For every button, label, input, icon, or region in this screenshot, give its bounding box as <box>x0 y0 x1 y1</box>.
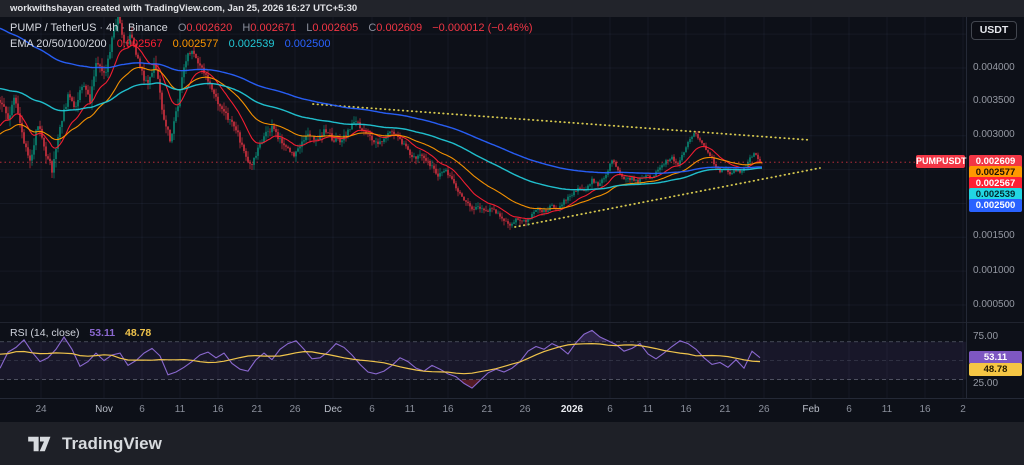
exchange-label: Binance <box>128 22 168 34</box>
price-tick-label: 0.001500 <box>973 230 1015 241</box>
time-tick-label: 11 <box>405 404 415 415</box>
pane-divider[interactable] <box>0 322 1024 323</box>
rsi-ma-value: 48.78 <box>125 327 151 339</box>
ohlc-open: O0.002620 <box>178 22 232 34</box>
price-tick-label: 0.003000 <box>973 129 1015 140</box>
symbol-legend-row[interactable]: PUMP / TetherUS·4h·Binance O0.002620 H0.… <box>10 20 533 36</box>
ema-legend-row[interactable]: EMA 20/50/100/200 0.002567 0.002577 0.00… <box>10 36 533 52</box>
time-tick-label: 24 <box>35 404 46 415</box>
grid-lines <box>0 17 966 398</box>
tradingview-chart-window: workwithshayan created with TradingView.… <box>0 0 1024 465</box>
rsi-value: 53.11 <box>89 327 115 339</box>
price-badge: 0.002500 <box>969 199 1022 212</box>
time-tick-label: 2 <box>960 404 966 415</box>
ohlc-close: C0.002609 <box>368 22 422 34</box>
interval-label[interactable]: 4h <box>106 22 118 34</box>
time-tick-label: Dec <box>324 404 342 415</box>
time-tick-label: 6 <box>139 404 145 415</box>
rsi-indicator-title[interactable]: RSI (14, close) <box>10 327 79 339</box>
symbol-price-label: PUMPUSDT <box>916 155 965 168</box>
time-tick-label: 21 <box>251 404 262 415</box>
time-tick-label: 26 <box>758 404 769 415</box>
symbol-legend: PUMP / TetherUS·4h·Binance O0.002620 H0.… <box>10 20 533 52</box>
time-tick-label: 11 <box>643 404 653 415</box>
ema100-value: 0.002539 <box>229 38 275 50</box>
time-tick-label: 16 <box>680 404 691 415</box>
time-tick-label: 26 <box>289 404 300 415</box>
ema20-value: 0.002567 <box>117 38 163 50</box>
price-tick-label: 0.003500 <box>973 95 1015 106</box>
change-value: −0.000012 (−0.46%) <box>432 22 532 34</box>
time-tick-label: 6 <box>369 404 375 415</box>
ema200-value: 0.002500 <box>285 38 331 50</box>
tradingview-logo-link[interactable]: TradingView <box>27 434 162 454</box>
ohlc-low: L0.002605 <box>306 22 358 34</box>
time-tick-label: 16 <box>442 404 453 415</box>
price-axis[interactable]: USDT 0.004000 0.003500 0.003000 0.001500 0.0… <box>966 0 1024 398</box>
currency-toggle-button[interactable]: USDT <box>971 21 1017 40</box>
time-tick-label: 21 <box>481 404 492 415</box>
legend-separator: · <box>118 22 128 34</box>
time-tick-label: 16 <box>919 404 930 415</box>
time-tick-label: 6 <box>846 404 852 415</box>
ema-indicator-title[interactable]: EMA 20/50/100/200 <box>10 38 107 50</box>
footer-bar: TradingView <box>0 422 1024 465</box>
watermark-text: workwithshayan created with TradingView.… <box>10 3 357 14</box>
time-tick-label: 11 <box>882 404 892 415</box>
price-tick-label: 75.00 <box>973 331 998 342</box>
time-tick-label: 11 <box>175 404 185 415</box>
symbol-title[interactable]: PUMP / TetherUS <box>10 22 96 34</box>
time-tick-label: 2026 <box>561 404 583 415</box>
price-tick-label: 0.001000 <box>973 265 1015 276</box>
price-badge: 48.78 <box>969 363 1022 376</box>
time-tick-label: Nov <box>95 404 113 415</box>
legend-separator: · <box>96 22 106 34</box>
tradingview-logo-icon <box>27 434 53 454</box>
time-tick-label: Feb <box>802 404 819 415</box>
time-tick-label: 21 <box>719 404 730 415</box>
time-tick-label: 26 <box>519 404 530 415</box>
ohlc-high: H0.002671 <box>242 22 296 34</box>
watermark-bar: workwithshayan created with TradingView.… <box>0 0 1024 17</box>
time-tick-label: 16 <box>212 404 223 415</box>
price-tick-label: 0.004000 <box>973 62 1015 73</box>
time-tick-label: 6 <box>607 404 613 415</box>
rsi-legend[interactable]: RSI (14, close) 53.11 48.78 <box>10 327 151 339</box>
tradingview-brand-text: TradingView <box>62 434 162 454</box>
time-axis[interactable]: 24Nov611162126Dec6111621262026611162126F… <box>0 398 1024 422</box>
price-chart-canvas[interactable] <box>0 0 966 422</box>
price-tick-label: 25.00 <box>973 378 998 389</box>
price-tick-label: 0.000500 <box>973 299 1015 310</box>
ema50-value: 0.002577 <box>173 38 219 50</box>
